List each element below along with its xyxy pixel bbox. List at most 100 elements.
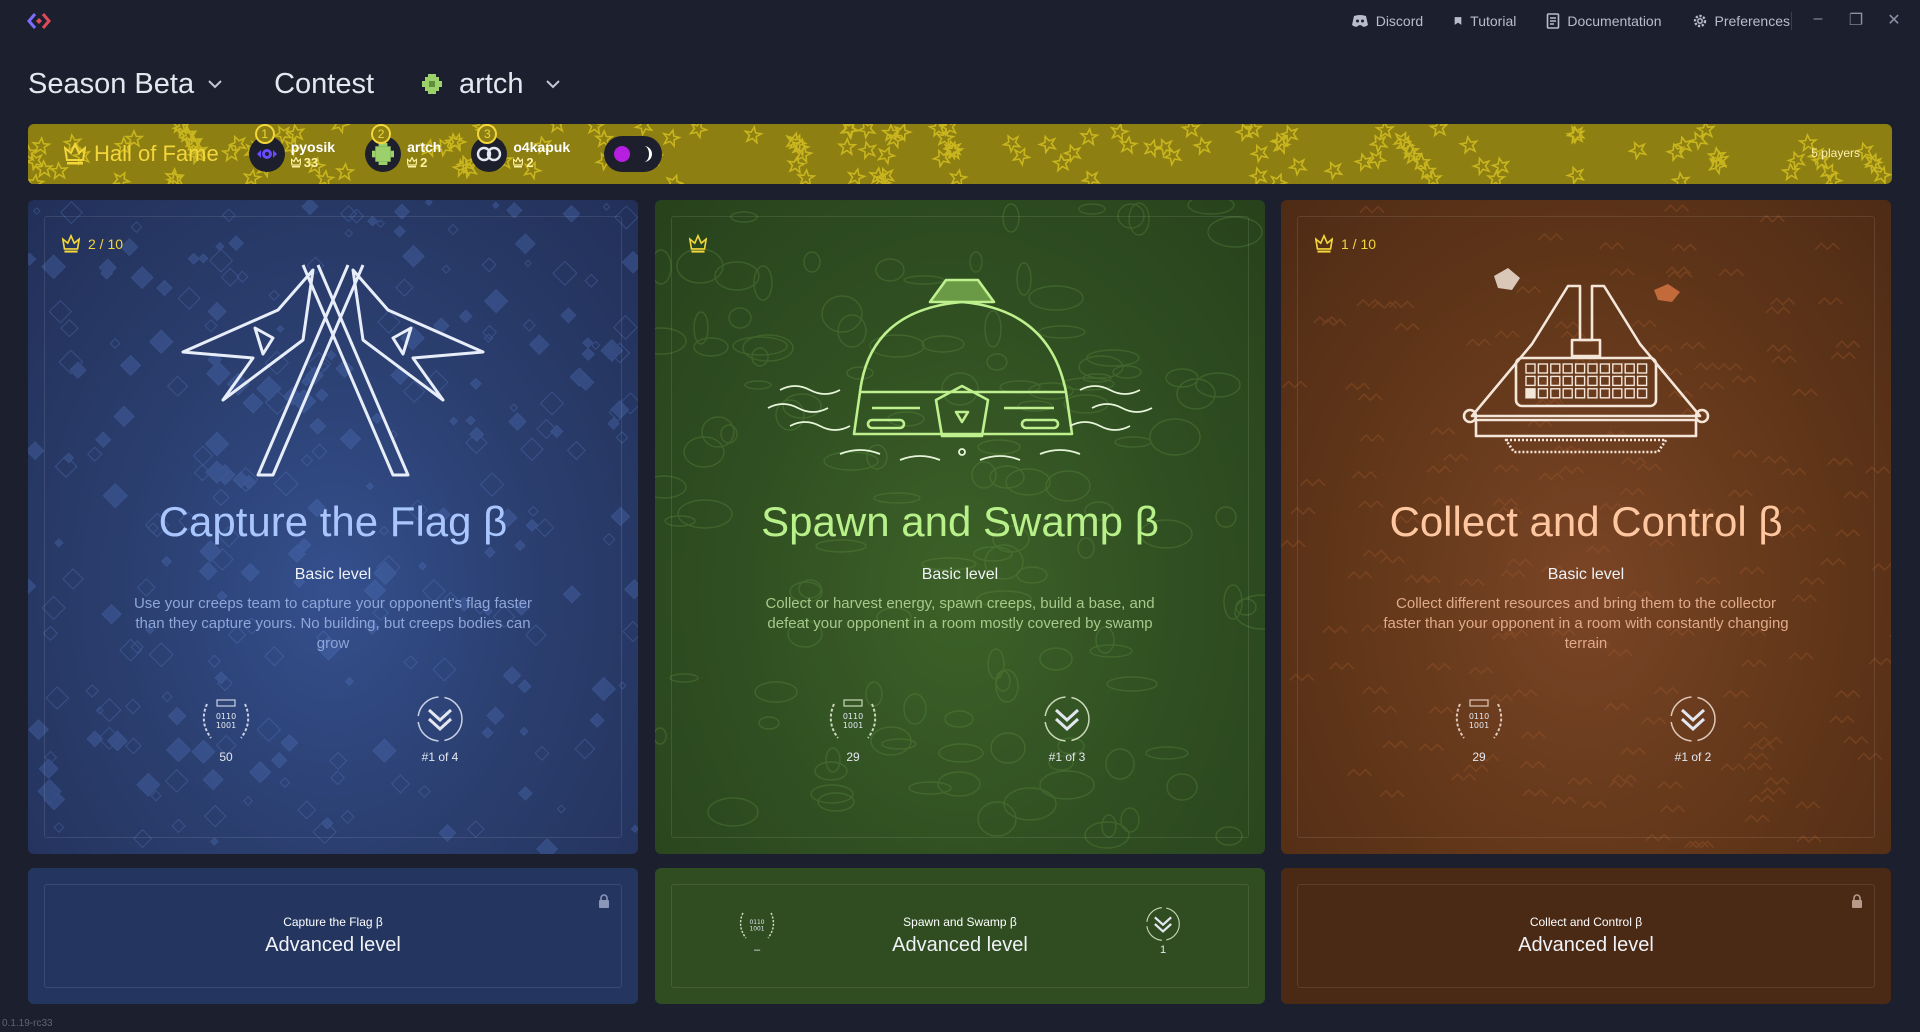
- hall-of-fame-title: Hall of Fame: [64, 141, 219, 167]
- crown-icon: [290, 156, 301, 167]
- code-stat: 0110 1001 29: [1439, 692, 1519, 764]
- window-controls: – ❐ ✕: [1810, 10, 1902, 30]
- gear-icon: [1693, 14, 1706, 28]
- contest-tab[interactable]: Contest: [274, 68, 374, 101]
- nav-preferences[interactable]: Preferences: [1692, 13, 1790, 29]
- player-score-value: 2: [420, 154, 428, 170]
- header-bar: Season Beta Contest artch: [28, 64, 560, 104]
- rank-badge: 2: [371, 124, 392, 144]
- title-bar: Discord Tutorial Documentation Preferenc…: [0, 0, 1920, 42]
- season-label: Season Beta: [28, 67, 195, 100]
- rank-badge: 1: [254, 124, 275, 144]
- arena-description: Collect or harvest energy, spawn creeps,…: [765, 595, 1155, 632]
- nav-tutorial[interactable]: Tutorial: [1453, 13, 1516, 29]
- rank-stat: 1: [1133, 904, 1193, 956]
- collector-illustration: [1281, 250, 1891, 510]
- spawn-dome-icon: [767, 278, 1153, 461]
- hall-of-fame-label: Hall of Fame: [94, 141, 219, 166]
- player-avatar-icon: [644, 146, 653, 162]
- season-selector[interactable]: Season Beta: [28, 68, 222, 101]
- code-wreath-icon: 01101001: [202, 699, 250, 739]
- close-icon[interactable]: ✕: [1886, 10, 1902, 30]
- rank-stat-value: #1 of 4: [421, 750, 459, 764]
- advanced-level-title: Advanced level: [265, 934, 401, 956]
- code-stat: 0110 1001 29: [813, 692, 893, 764]
- hof-player-3[interactable]: 3 o4kapuk 2: [471, 124, 571, 172]
- code-stat-value: 29: [846, 750, 860, 764]
- player-name: o4kapuk: [513, 138, 571, 155]
- arena-title: Spawn and Swamp β: [761, 498, 1159, 545]
- minimize-icon[interactable]: –: [1810, 10, 1826, 30]
- code-wreath-icon: 01101001: [1455, 699, 1503, 739]
- nav-tutorial-label: Tutorial: [1470, 13, 1517, 29]
- code-icon-line: 1001: [843, 721, 863, 730]
- avatar: 3: [471, 124, 508, 172]
- player-avatar-icon: [256, 149, 277, 159]
- rank-stat: #1 of 3: [1027, 692, 1107, 764]
- spawn-illustration: [655, 250, 1265, 510]
- rank-stat: #1 of 4: [400, 692, 480, 764]
- code-icon-line: 0110: [843, 712, 863, 721]
- contest-label: Contest: [274, 67, 375, 100]
- code-icon-line: 0110: [216, 712, 236, 721]
- player-score-value: 2: [526, 154, 534, 170]
- arena-card-capture-the-flag[interactable]: 2 / 10 Capture the Flag β Basic level Us…: [28, 200, 638, 854]
- rank-chevron-icon: [417, 696, 463, 742]
- arena-title: Capture the Flag β: [158, 498, 508, 545]
- top-nav: Discord Tutorial Documentation Preferenc…: [1351, 10, 1790, 32]
- chevron-down-icon: [545, 79, 560, 88]
- arena-level: Basic level: [921, 566, 999, 583]
- player-score-value: 33: [303, 154, 319, 170]
- crown-icon: [64, 142, 86, 165]
- user-selector[interactable]: artch: [422, 67, 560, 101]
- more-players-avatars[interactable]: [604, 136, 663, 172]
- arena-card-collect-and-control[interactable]: 1 / 10 Collect and Control β Basic level…: [1281, 200, 1891, 854]
- arena-description: Collect different resources and bring th…: [1383, 595, 1789, 652]
- code-icon-line: 1001: [1469, 721, 1489, 730]
- crossed-flags-icon: [181, 264, 485, 477]
- advanced-card-capture-the-flag[interactable]: Capture the Flag β Advanced level: [28, 868, 638, 1004]
- code-wreath-icon: 01101001: [829, 699, 877, 739]
- avatar: 1: [248, 124, 285, 172]
- discord-icon: [1351, 15, 1368, 27]
- hof-player-2[interactable]: 2 artch 2: [365, 124, 442, 172]
- app-logo-icon[interactable]: [27, 11, 51, 31]
- nav-preferences-label: Preferences: [1714, 13, 1790, 29]
- advanced-arena-name: Collect and Control β: [1529, 915, 1643, 929]
- hall-of-fame-bar[interactable]: Hall of Fame 1 pyosik 33 2 artch 2 3 o4k…: [28, 124, 1892, 184]
- advanced-card-spawn-and-swamp[interactable]: 0110 1001 – Spawn and Swamp β Advanced le…: [655, 868, 1265, 1004]
- version-label: 0.1.19-rc33: [2, 1018, 53, 1029]
- player-name: pyosik: [290, 138, 336, 155]
- players-count: 5 players: [1811, 146, 1860, 160]
- arena-card-spawn-and-swamp[interactable]: Spawn and Swamp β Basic level Collect or…: [655, 200, 1265, 854]
- player-avatar-icon: [372, 143, 395, 165]
- rank-badge: 3: [477, 124, 498, 144]
- restore-icon[interactable]: ❐: [1848, 10, 1864, 30]
- player-avatar-icon: [614, 146, 631, 162]
- rank-chevron-icon: [1044, 696, 1090, 742]
- lock-icon: [599, 894, 609, 908]
- player-score: 2: [407, 155, 441, 170]
- advanced-arena-name: Capture the Flag β: [283, 915, 383, 929]
- lock-icon: [1852, 894, 1862, 908]
- arena-description: Use your creeps team to capture your opp…: [133, 595, 533, 652]
- nav-documentation[interactable]: Documentation: [1546, 13, 1662, 29]
- rank-stat-value: #1 of 2: [1674, 750, 1712, 764]
- rank-stat-value: #1 of 3: [1048, 750, 1086, 764]
- nav-discord[interactable]: Discord: [1351, 13, 1423, 29]
- user-name: artch: [459, 67, 524, 100]
- advanced-card-collect-and-control[interactable]: Collect and Control β Advanced level: [1281, 868, 1891, 1004]
- document-icon: [1547, 13, 1560, 29]
- hof-player-1[interactable]: 1 pyosik 33: [248, 124, 336, 172]
- avatar: 2: [365, 124, 402, 172]
- advanced-level-title: Advanced level: [1518, 934, 1654, 956]
- code-icon-line: 0110: [1469, 712, 1489, 721]
- code-stat: 0110 1001 50: [186, 692, 266, 764]
- flags-illustration: [28, 250, 638, 510]
- titlebar-divider: [1791, 12, 1792, 30]
- rank-chevron-icon: [1670, 696, 1716, 742]
- player-score: 33: [290, 154, 335, 170]
- arena-title: Collect and Control β: [1389, 498, 1783, 545]
- user-avatar-icon: [422, 74, 443, 94]
- player-name: artch: [407, 138, 442, 155]
